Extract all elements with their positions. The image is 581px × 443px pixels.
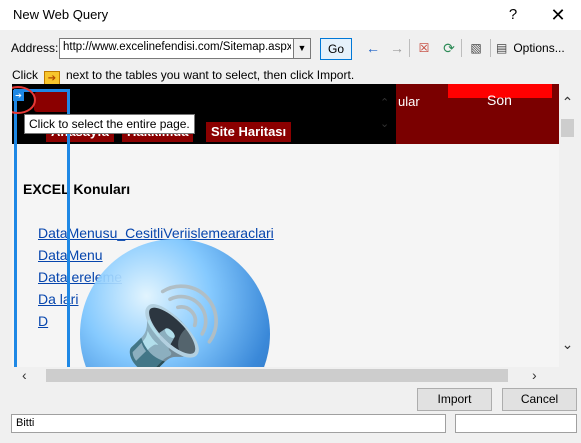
header-fragment: ular [398,94,420,109]
page-link[interactable]: DataMenusu_CesitliVeriislemearaclari [38,225,274,241]
toolbar-divider [461,39,462,57]
scroll-up-icon[interactable]: ⌃ [559,94,576,111]
save-query-icon[interactable]: ▧ [466,38,486,58]
tooltip: Click to select the entire page. [24,114,195,134]
toolbar-divider [409,39,410,57]
scroll-thumb[interactable] [561,119,574,137]
back-arrow-icon[interactable]: ← [363,38,383,58]
web-preview[interactable]: ular Son ⌃ ⌄ Anasayfa Hakkımda Site Hari… [12,84,560,367]
options-label: Options... [513,41,565,55]
stop-icon[interactable]: ☒ [414,38,434,58]
status-text: Bitti [16,417,35,429]
status-panel [455,414,577,433]
select-page-arrow-icon[interactable]: ➔ [13,90,24,101]
import-button[interactable]: Import [417,388,492,411]
vertical-scrollbar[interactable]: ⌃ ⌄ [559,84,576,367]
scroll-right-icon[interactable]: › [532,367,537,383]
scroll-thumb[interactable] [46,369,508,382]
address-label: Address: [11,41,59,55]
instruction-before: Click [12,68,38,82]
options-button[interactable]: ▤ Options... [496,38,576,58]
horizontal-scrollbar[interactable]: ‹ › [12,367,560,384]
address-input[interactable]: http://www.excelinefendisi.com/Sitemap.a… [59,38,311,59]
address-value[interactable]: http://www.excelinefendisi.com/Sitemap.a… [63,41,291,53]
options-icon: ▤ [496,41,508,55]
chevron-down-icon[interactable]: ⌄ [380,117,389,130]
chevron-down-icon[interactable]: ▼ [293,39,310,58]
title-bar: New Web Query ? ✕ [0,0,581,30]
window-title: New Web Query [13,7,109,22]
scroll-down-icon[interactable]: ⌄ [559,336,576,353]
toolbar-divider [490,39,491,57]
forward-arrow-icon[interactable]: → [387,38,407,58]
instruction-after: next to the tables you want to select, t… [66,68,355,82]
status-bar: Bitti [11,414,446,433]
nav-site-haritasi[interactable]: Site Haritası [206,122,292,142]
cancel-button[interactable]: Cancel [502,388,577,411]
header-son[interactable]: Son [487,92,512,108]
refresh-icon[interactable]: ⟳ [439,38,459,58]
chevron-up-icon[interactable]: ⌃ [380,96,389,109]
speaker-glyph-icon: 🔊 [124,284,224,367]
go-button[interactable]: Go [320,38,352,60]
close-button[interactable]: ✕ [545,3,571,27]
scroll-left-icon[interactable]: ‹ [22,367,27,383]
help-button[interactable]: ? [500,3,526,27]
